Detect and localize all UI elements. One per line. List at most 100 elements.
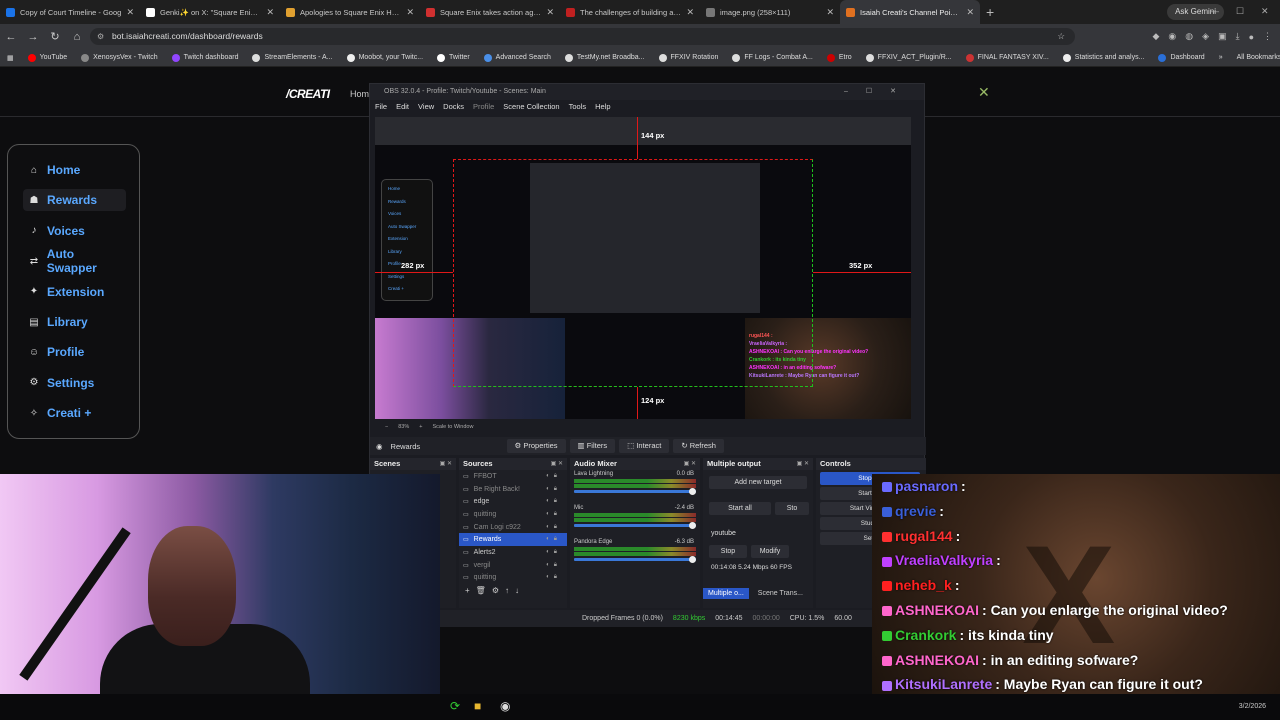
obs-preview[interactable]: Home Rewards Voices Auto Swapper Extension Li… [375,117,911,419]
zoom-out-icon[interactable]: − [385,424,388,430]
bookmark-item[interactable]: Advanced Search [477,53,558,62]
sidebar-item-home[interactable]: ⌂ Home [23,159,126,181]
browser-tab[interactable]: The challenges of building a so ✕ [560,0,700,24]
obs-menu-item[interactable]: Tools [569,102,587,111]
tab-close-icon[interactable]: ✕ [266,7,274,18]
extension-icon[interactable]: ◈ [1202,31,1209,42]
volume-slider[interactable] [574,488,696,495]
visibility-lock-icon[interactable]: ◐🔒︎ [546,486,561,493]
sources-toolbar[interactable]: +🗑⚙︎↑↓ [459,584,567,597]
user-avatar[interactable]: ✕ [978,84,990,101]
visibility-lock-icon[interactable]: ◐🔒︎ [546,524,561,531]
visibility-lock-icon[interactable]: ◐🔒︎ [546,574,561,581]
source-item[interactable]: ▭ FFBOT ◐🔒︎ [459,470,567,483]
start-all-button[interactable]: Start all [709,502,771,515]
source-item[interactable]: ▭ Cam Logi c922 ◐🔒︎ [459,521,567,534]
obs-menu-item[interactable]: Scene Collection [503,102,559,111]
bookmark-star-icon[interactable]: ☆ [1057,28,1065,45]
sidebar-item-extension[interactable]: ✦ Extension [23,281,126,303]
source-item[interactable]: ▭ quitting ◐🔒︎ [459,508,567,521]
extension-icon[interactable]: ◉ [1168,31,1176,42]
obs-menu-item[interactable]: Help [595,102,610,111]
maximize-icon[interactable]: ☐ [1236,6,1244,17]
browser-tab[interactable]: Isaiah Creati's Channel Point Bo ✕ [840,0,980,24]
tab-close-icon[interactable]: ✕ [966,7,974,18]
site-info-icon[interactable]: ⚙ [97,28,104,45]
profile-icon[interactable]: ● [1249,32,1254,42]
sidebar-item-voices[interactable]: ♪ Voices [23,220,126,242]
volume-slider[interactable] [574,522,696,529]
scale-mode-select[interactable]: Scale to Window [432,424,473,430]
browser-tab[interactable]: Copy of Court Timeline - Goog ✕ [0,0,140,24]
minimize-icon[interactable]: — [1210,6,1219,16]
tab-close-icon[interactable]: ✕ [546,7,554,18]
tab-close-icon[interactable]: ✕ [126,7,134,18]
bookmark-item[interactable]: YouTube [21,53,75,62]
obs-menu-item[interactable]: View [418,102,434,111]
visibility-lock-icon[interactable]: ◐🔒︎ [546,498,561,505]
bookmark-item[interactable]: Twitter [430,53,477,62]
dock-close-icon[interactable]: ▣ ✕ [797,458,809,470]
add-target-button[interactable]: Add new target [709,476,807,489]
bookmark-item[interactable]: FFXIV_ACT_Plugin/R... [859,53,959,62]
bookmark-item[interactable]: FF Logs - Combat A... [725,53,819,62]
menu-icon[interactable]: ⋮ [1263,31,1272,42]
source-item[interactable]: ▭ edge ◐🔒︎ [459,495,567,508]
bookmarks-overflow-icon[interactable]: » [1212,54,1230,61]
visibility-lock-icon[interactable]: ◐🔒︎ [546,549,561,556]
bookmark-item[interactable]: FINAL FANTASY XIV... [959,53,1056,62]
close-window-icon[interactable]: ✕ [1261,6,1269,17]
dock-close-icon[interactable]: ▣ ✕ [440,458,452,470]
dock-tab[interactable]: Scene Trans... [753,588,808,599]
sidebar-item-settings[interactable]: ⚙ Settings [23,372,126,394]
bookmark-item[interactable]: XenosysVex - Twitch [74,53,164,62]
new-tab-icon[interactable]: + [986,4,994,20]
forward-icon[interactable]: → [22,31,44,43]
sidebar-item-rewards[interactable]: ☗ Rewards [23,189,126,212]
refresh-button[interactable]: ↻ Refresh [673,439,724,453]
stop-all-button[interactable]: Sto [775,502,809,515]
obs-menu-item[interactable]: Docks [443,102,464,111]
visibility-lock-icon[interactable]: ◐🔒︎ [546,536,561,543]
sidebar-item-profile[interactable]: ☺ Profile [23,341,126,363]
obs-menu-item[interactable]: File [375,102,387,111]
obs-menu-item[interactable]: Edit [396,102,409,111]
puzzle-icon[interactable]: ▣ [1218,31,1227,42]
source-item[interactable]: ▭ quitting ◐🔒︎ [459,572,567,585]
folder-icon[interactable]: ■ [474,699,481,713]
properties-button[interactable]: ⚙ Properties [506,439,566,453]
bookmark-item[interactable]: Etro [820,53,859,62]
obs-menu-item[interactable]: Profile [473,102,494,111]
site-logo[interactable]: /CREATI [286,87,330,101]
back-icon[interactable]: ← [0,31,22,43]
bookmark-item[interactable]: Moobot, your Twitc... [340,53,430,62]
sidebar-item-auto-swapper[interactable]: ⇄ Auto Swapper [23,247,126,275]
sidebar-item-creati[interactable]: ✧ Creati + [23,402,126,424]
obs-window-controls[interactable]: –☐✕ [844,84,914,100]
browser-tab[interactable]: image.png (258×111) ✕ [700,0,840,24]
bookmark-item[interactable]: FFXIV Rotation [652,53,726,62]
obs-taskbar-icon[interactable]: ◉ [500,699,510,713]
home-icon[interactable]: ⌂ [66,31,88,43]
all-bookmarks-button[interactable]: All Bookmarks [1230,54,1280,61]
bookmark-item[interactable]: TestMy.net Broadba... [558,53,652,62]
source-item[interactable]: ▭ Rewards ◐🔒︎ [459,533,567,547]
browser-tab[interactable]: Genki✨ on X: "Square Enix ha ✕ [140,0,280,24]
visibility-lock-icon[interactable]: ◐🔒︎ [546,473,561,480]
dock-close-icon[interactable]: ▣ ✕ [551,458,563,470]
download-icon[interactable]: ⤓ [1236,31,1240,42]
app-icon[interactable]: ⟳ [450,699,460,713]
visibility-lock-icon[interactable]: ◐🔒︎ [546,562,561,569]
dock-tab[interactable]: Multiple o... [703,588,749,599]
zoom-in-icon[interactable]: + [419,424,422,430]
bookmark-item[interactable]: StreamElements - A... [245,53,339,62]
extension-icon[interactable]: ◆ [1153,31,1160,42]
volume-slider[interactable] [574,556,696,563]
bookmark-item[interactable]: Twitch dashboard [165,53,246,62]
tab-close-icon[interactable]: ✕ [406,7,414,18]
tab-close-icon[interactable]: ✕ [686,7,694,18]
interact-button[interactable]: ⬚ Interact [619,439,670,453]
source-item[interactable]: ▭ Alerts2 ◐🔒︎ [459,546,567,559]
target-modify-button[interactable]: Modify [751,545,789,558]
reload-icon[interactable]: ↻ [44,30,66,43]
